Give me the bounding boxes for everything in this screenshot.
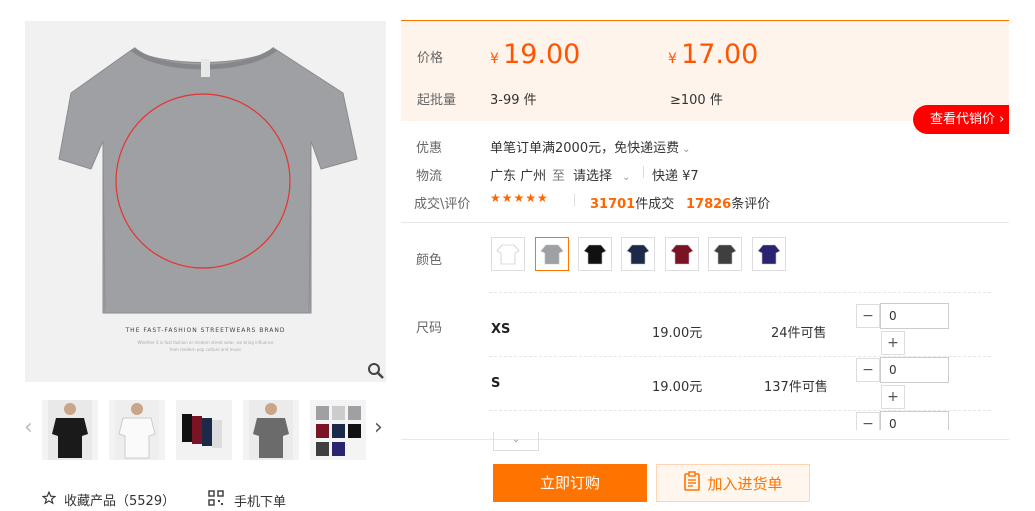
thumbnail-folded-tees[interactable]: [176, 400, 232, 460]
price-tier-1: ¥ 19.00: [490, 39, 581, 70]
divider: [643, 166, 644, 178]
clipboard-icon: [683, 471, 701, 495]
buy-now-button[interactable]: 立即订购: [493, 464, 647, 502]
size-name: XS: [491, 322, 511, 337]
chevron-down-icon: ⌄: [622, 172, 631, 183]
size-list[interactable]: XS 19.00元 24件可售 − 0 + S 19.00元 137件可售 − …: [401, 296, 1009, 430]
color-swatch[interactable]: [665, 237, 699, 271]
destination-select[interactable]: 请选择 ⌄: [573, 165, 630, 184]
price-label: 价格: [417, 51, 444, 66]
moq-range-2: ≥100 件: [670, 93, 723, 108]
size-price: 19.00元: [652, 326, 703, 341]
size-name: S: [491, 376, 501, 391]
color-swatch[interactable]: [578, 237, 612, 271]
shipping-fee: 快递 ¥7: [652, 169, 699, 184]
mobile-order-label: 手机下单: [234, 494, 287, 510]
quantity-input[interactable]: 0: [880, 411, 949, 430]
add-to-purchase-list-button[interactable]: 加入进货单: [656, 464, 810, 502]
moq-label: 起批量: [417, 93, 457, 108]
color-swatch[interactable]: [752, 237, 786, 271]
deals-count-link[interactable]: 31701件成交: [590, 193, 674, 212]
price-panel: 价格 ¥ 19.00 ¥ 17.00 起批量 3-99 件 ≥100 件: [401, 20, 1009, 121]
section-divider: [401, 222, 1009, 223]
brand-subtext-2: from modern pop culture and music: [169, 347, 242, 352]
thumb-next-button[interactable]: ›: [374, 415, 383, 440]
color-label: 颜色: [416, 253, 443, 268]
price-value: 19.00: [503, 39, 581, 70]
add-to-purchase-list-label: 加入进货单: [707, 474, 783, 493]
dashed-divider: [489, 292, 991, 293]
quantity-decrement-button[interactable]: −: [856, 304, 880, 328]
zoom-icon[interactable]: [367, 362, 385, 380]
reviews-count-link[interactable]: 17826条评价: [686, 193, 770, 212]
thumbnail-black-tee[interactable]: [42, 400, 98, 460]
divider: [574, 194, 575, 206]
promo-label: 优惠: [416, 141, 443, 156]
price-value: 17.00: [681, 39, 759, 70]
thumb-prev-button[interactable]: ‹: [24, 415, 33, 440]
promo-text[interactable]: 单笔订单满2000元，免快递运费 ⌄: [490, 137, 690, 156]
quantity-decrement-button[interactable]: −: [856, 358, 880, 382]
quantity-input[interactable]: 0: [880, 357, 949, 383]
color-swatch[interactable]: [708, 237, 742, 271]
brand-tagline: THE FAST-FASHION STREETWEARS BRAND: [125, 327, 286, 334]
size-price: 19.00元: [652, 380, 703, 395]
moq-range-1: 3-99 件: [490, 93, 537, 108]
star-outline-icon: [41, 490, 57, 509]
rating-stars-icon: ★★★★★: [490, 191, 549, 205]
chevron-down-icon: ⌄: [682, 144, 691, 155]
favorite-label: 收藏产品（5529）: [64, 494, 176, 509]
main-product-image[interactable]: THE FAST-FASHION STREETWEARS BRAND Wheth…: [25, 21, 386, 382]
thumbnail-tee-grid[interactable]: [310, 400, 366, 460]
quantity-increment-button[interactable]: +: [881, 385, 905, 409]
view-dropship-price-button[interactable]: 查看代销价 ›: [913, 105, 1009, 134]
expand-sizes-chevron-icon[interactable]: ⌄: [493, 432, 539, 451]
favorite-product-link[interactable]: 收藏产品（5529）: [41, 490, 176, 509]
mobile-order-link[interactable]: 手机下单: [208, 490, 286, 510]
color-swatch[interactable]: [535, 237, 569, 271]
size-stock: 24件可售: [771, 326, 827, 341]
size-stock: 137件可售: [764, 380, 828, 395]
deal-review-label: 成交\评价: [414, 197, 471, 212]
price-tier-2: ¥ 17.00: [668, 39, 759, 70]
quantity-decrement-button[interactable]: −: [856, 412, 880, 430]
origin-text: 广东 广州: [490, 169, 547, 184]
color-swatch[interactable]: [491, 237, 525, 271]
brand-subtext: Whether it is fast fashion or modern str…: [137, 340, 274, 345]
thumbnail-white-tee[interactable]: [109, 400, 165, 460]
quantity-input[interactable]: 0: [880, 303, 949, 329]
logistics-label: 物流: [416, 169, 443, 184]
to-text: 至: [552, 169, 566, 184]
qr-code-icon: [208, 490, 224, 510]
color-swatch[interactable]: [621, 237, 655, 271]
quantity-increment-button[interactable]: +: [881, 331, 905, 355]
thumbnail-grey-tee[interactable]: [243, 400, 299, 460]
